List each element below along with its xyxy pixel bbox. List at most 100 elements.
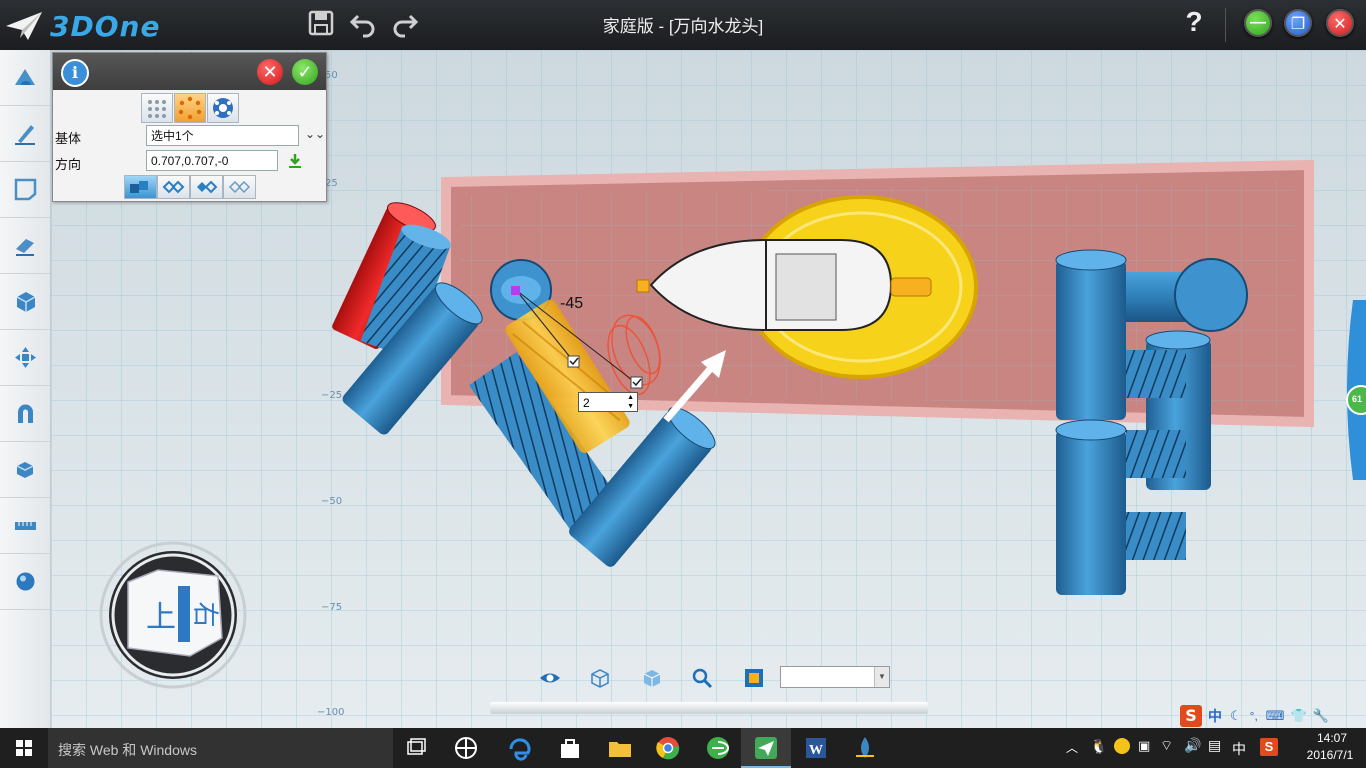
drop-app-icon[interactable] (851, 734, 879, 762)
special-function-icon (16, 292, 36, 312)
search-placeholder: 搜索 Web 和 Windows (58, 742, 197, 758)
action-center-icon[interactable]: ▤ (1208, 737, 1221, 754)
toolbar-auto-snap[interactable] (0, 442, 50, 498)
file-explorer-icon[interactable] (606, 734, 634, 762)
zoom-icon[interactable] (690, 666, 714, 690)
clock-time[interactable]: 14:07 (1304, 731, 1360, 745)
right-handle-label[interactable]: 61 (1352, 394, 1362, 404)
store-icon[interactable] (556, 734, 584, 762)
qq-icon[interactable]: 🐧 (1090, 738, 1107, 755)
left-toolbar (0, 50, 51, 728)
sogou-tray-icon[interactable]: S (1260, 738, 1278, 756)
pick-direction-icon[interactable] (287, 153, 303, 169)
toolbar-special-function[interactable] (0, 274, 50, 330)
array-option-3-button[interactable] (190, 175, 223, 199)
toolbar-distance-measure[interactable] (0, 498, 50, 554)
diamond-pair-icon (162, 180, 185, 194)
direction-label: 方向 (55, 157, 82, 172)
circular-array-icon (178, 96, 202, 120)
word-icon[interactable]: W (802, 734, 830, 762)
wrench-icon[interactable]: 🔧 (1313, 708, 1329, 724)
sketch-pen-icon (15, 125, 35, 145)
stacked-blocks-icon (130, 181, 148, 193)
array-option-1-button[interactable] (124, 175, 157, 199)
restore-icon: ❐ (1290, 16, 1306, 33)
browser-green-icon[interactable] (704, 734, 732, 762)
chrome-icon[interactable] (654, 734, 682, 762)
close-button[interactable]: ✕ (1326, 9, 1354, 37)
taskbar-search-box[interactable]: 搜索 Web 和 Windows (48, 728, 393, 768)
ime-language-toggle[interactable]: 中 (1208, 706, 1222, 726)
moon-icon[interactable]: ☾ (1230, 708, 1242, 724)
array-option-4-button[interactable] (223, 175, 256, 199)
shaded-cube-icon[interactable] (640, 666, 664, 690)
network-icon[interactable]: ▣ (1138, 738, 1150, 754)
toolbar-basic-solid[interactable] (0, 50, 50, 106)
sketch-edit-icon (14, 178, 37, 201)
material-render-icon (16, 572, 35, 591)
curve-array-mode-button[interactable] (207, 93, 239, 123)
title-bar: 3DOne 家庭版 - [万向水龙头] ? — ❐ ✕ (0, 0, 1366, 50)
clock-date[interactable]: 2016/7/1 (1298, 748, 1362, 762)
toolbar-sketch-pen[interactable] (0, 106, 50, 162)
pinwheel-app-icon[interactable] (452, 734, 480, 762)
window-title: 家庭版 - [万向水龙头] (602, 17, 764, 36)
diamond-filled-icon (197, 180, 218, 194)
eraser-feature-icon (16, 239, 34, 256)
task-view-icon[interactable] (403, 734, 431, 762)
select-dropdown-icon[interactable]: ▼ (874, 667, 889, 687)
angle-dimension[interactable]: -45 (560, 295, 583, 313)
sogou-ime-icon[interactable]: S (1180, 705, 1202, 727)
title-divider (1225, 8, 1226, 42)
punctuation-icon[interactable]: °, (1250, 709, 1258, 723)
system-tray: ︿ 🐧 ▣ ⌔ 🔊 ▤ 中 S 14:07 2016/7/1 (1060, 728, 1366, 768)
count-stepper[interactable]: 2 ▲ ▼ (578, 392, 638, 412)
view-cube[interactable]: 上 右 (98, 540, 248, 690)
ball-array-icon (213, 98, 233, 118)
render-mode-icon[interactable] (742, 666, 766, 690)
plus-badge-icon[interactable] (1114, 738, 1130, 754)
skin-icon[interactable]: 👕 (1291, 708, 1307, 724)
eye-icon[interactable] (538, 666, 562, 690)
maximize-button[interactable]: ❐ (1284, 9, 1312, 37)
view-cube-right-face[interactable]: 右 (189, 601, 226, 627)
panel-cancel-button[interactable]: ✕ (257, 59, 283, 85)
toolbar-eraser-feature[interactable] (0, 218, 50, 274)
ime-toolbar: S 中 ☾ °, ⌨ 👕 🔧 (1180, 704, 1366, 728)
toolbar-magnet-combine[interactable] (0, 386, 50, 442)
linear-array-icon (148, 100, 166, 118)
edge-browser-icon[interactable] (506, 734, 534, 762)
help-button[interactable]: ? (1180, 6, 1208, 38)
view-cube-top-face[interactable]: 上 (146, 592, 176, 636)
tray-input-language[interactable]: 中 (1232, 739, 1246, 759)
windows-start-icon[interactable] (0, 728, 48, 768)
close-icon: ✕ (1333, 16, 1347, 33)
array-option-2-button[interactable] (157, 175, 190, 199)
keyboard-icon[interactable]: ⌨ (1266, 708, 1285, 724)
magnet-combine-icon (18, 404, 33, 423)
toolbar-basic-edit[interactable] (0, 330, 50, 386)
base-label: 基体 (55, 131, 82, 146)
direction-input[interactable]: 0.707,0.707,-0 (146, 150, 278, 171)
volume-icon[interactable]: 🔊 (1184, 737, 1201, 754)
panel-header: i ✕ ✓ (53, 53, 326, 90)
wireframe-cube-icon[interactable] (588, 666, 612, 690)
count-value: 2 (583, 396, 590, 410)
wifi-icon[interactable]: ⌔ (1160, 737, 1173, 755)
panel-ok-button[interactable]: ✓ (292, 59, 318, 85)
minimize-button[interactable]: — (1244, 9, 1272, 37)
info-icon[interactable]: i (61, 59, 89, 87)
distance-measure-icon (15, 522, 36, 530)
toolbar-sketch-edit[interactable] (0, 162, 50, 218)
tray-expand-icon[interactable]: ︿ (1066, 739, 1078, 756)
expand-chevron-icon[interactable]: ⌄⌄ (305, 127, 325, 141)
toolbar-material-render[interactable] (0, 554, 50, 610)
circular-array-mode-button[interactable] (174, 93, 206, 123)
view-mode-select[interactable]: ▼ (780, 666, 890, 688)
axis-label-neg100: −100 (317, 707, 345, 718)
auto-snap-icon (16, 462, 34, 478)
3done-app-icon[interactable] (752, 734, 780, 762)
base-select-field[interactable]: 选中1个 (146, 125, 299, 146)
linear-array-mode-button[interactable] (141, 93, 173, 123)
stepper-arrows-icon[interactable]: ▲ ▼ (627, 393, 634, 411)
